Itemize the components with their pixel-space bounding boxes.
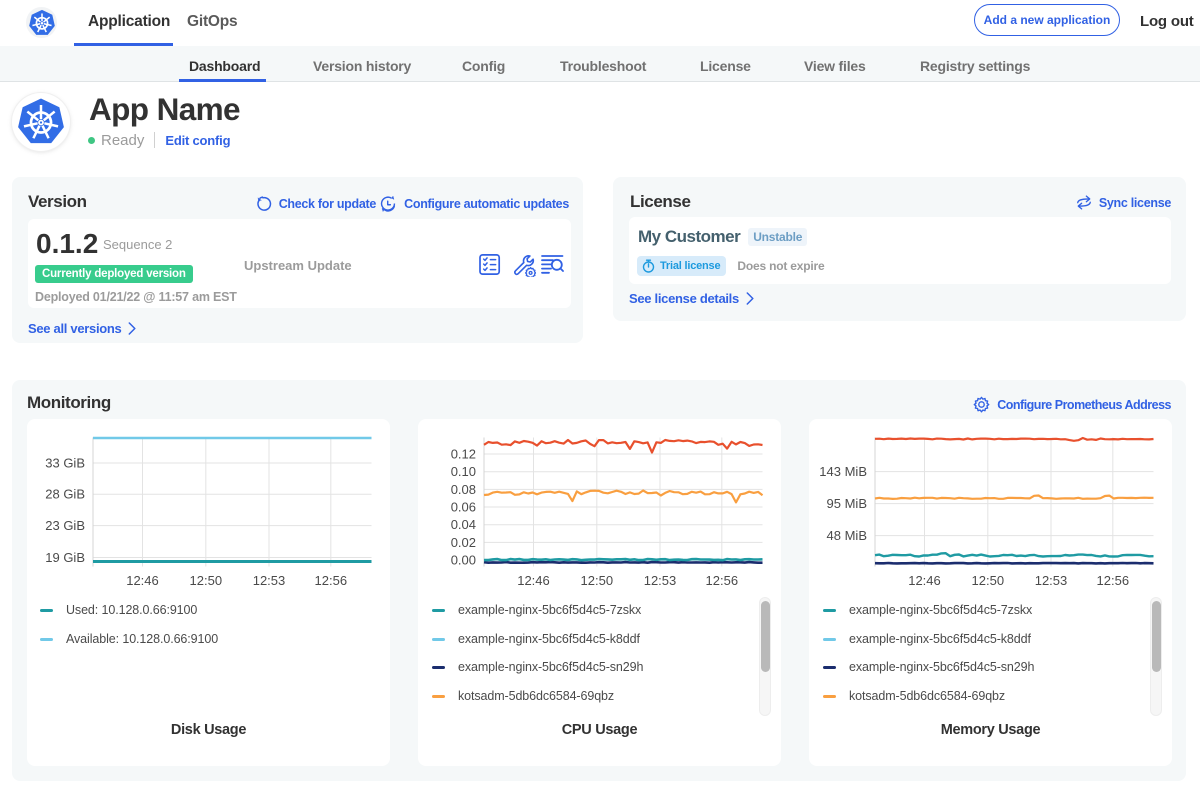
svg-text:0.08: 0.08 [451, 482, 476, 497]
svg-text:12:50: 12:50 [190, 573, 223, 588]
svg-text:12:56: 12:56 [315, 573, 348, 588]
svg-text:23 GiB: 23 GiB [45, 518, 85, 533]
svg-text:19 GiB: 19 GiB [45, 550, 85, 565]
svg-text:12:56: 12:56 [706, 573, 739, 588]
svg-text:28 GiB: 28 GiB [45, 487, 85, 502]
svg-text:0.02: 0.02 [451, 535, 476, 550]
svg-text:12:46: 12:46 [126, 573, 159, 588]
svg-text:48 MiB: 48 MiB [827, 528, 867, 543]
svg-text:12:53: 12:53 [1035, 573, 1068, 588]
svg-text:12:50: 12:50 [581, 573, 614, 588]
svg-text:12:56: 12:56 [1097, 573, 1130, 588]
svg-text:0.00: 0.00 [451, 553, 476, 568]
svg-text:0.04: 0.04 [451, 517, 476, 532]
svg-text:12:53: 12:53 [644, 573, 677, 588]
svg-text:0.06: 0.06 [451, 500, 476, 515]
svg-text:95 MiB: 95 MiB [827, 496, 867, 511]
svg-text:33 GiB: 33 GiB [45, 456, 85, 471]
svg-text:12:46: 12:46 [517, 573, 550, 588]
svg-text:12:46: 12:46 [908, 573, 941, 588]
svg-text:0.10: 0.10 [451, 464, 476, 479]
svg-text:12:50: 12:50 [972, 573, 1005, 588]
svg-text:0.12: 0.12 [451, 447, 476, 462]
svg-text:12:53: 12:53 [253, 573, 286, 588]
svg-text:143 MiB: 143 MiB [819, 464, 867, 479]
